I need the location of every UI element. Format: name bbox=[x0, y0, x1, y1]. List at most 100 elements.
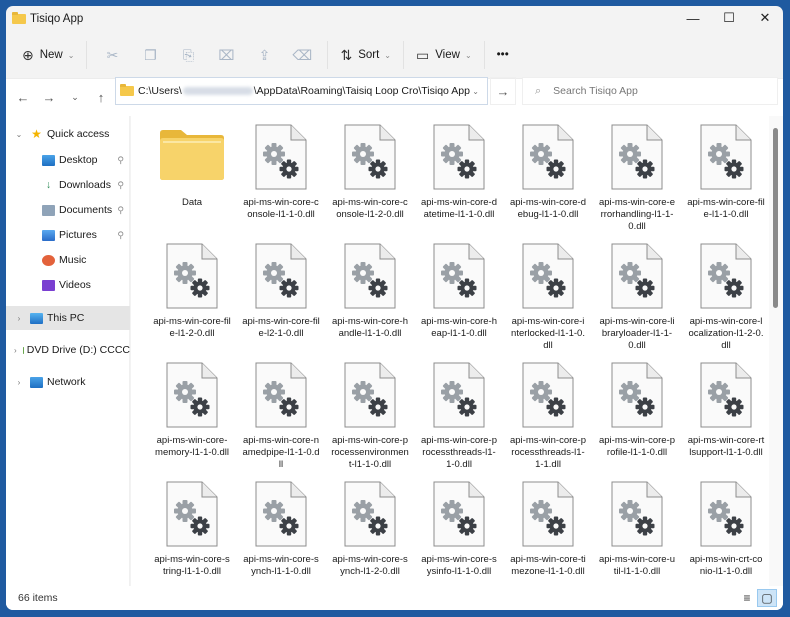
item-count: 66 items bbox=[18, 592, 58, 604]
dll-file-icon bbox=[700, 243, 752, 309]
dll-file-icon bbox=[522, 243, 574, 309]
file-name: api-ms-win-crt-conio-l1-1-0.dll bbox=[689, 554, 763, 577]
file-item[interactable]: api-ms-win-core-file-l1-2-0.dll bbox=[151, 243, 233, 340]
file-item[interactable]: api-ms-win-core-heap-l1-1-0.dll bbox=[418, 243, 500, 340]
music-icon bbox=[42, 254, 55, 266]
address-bar[interactable]: C:\Users\ \AppData\Roaming\Taisiq Loop C… bbox=[115, 77, 488, 105]
file-item[interactable]: api-ms-win-core-string-l1-1-0.dll bbox=[151, 481, 233, 578]
dll-file-icon bbox=[344, 362, 396, 428]
sidebar-item-quick-access[interactable]: ⌄ ★ Quick access bbox=[6, 122, 130, 146]
file-item[interactable]: api-ms-win-core-handle-l1-1-0.dll bbox=[329, 243, 411, 340]
up-button[interactable]: ↑ bbox=[88, 85, 114, 111]
file-item[interactable]: api-ms-win-core-datetime-l1-1-0.dll bbox=[418, 124, 500, 221]
delete-button[interactable]: ⌫ bbox=[283, 40, 321, 70]
toolbar-divider bbox=[86, 41, 88, 69]
forward-button[interactable]: → bbox=[36, 85, 62, 111]
more-options-button[interactable]: ••• bbox=[491, 40, 515, 70]
back-button[interactable]: ← bbox=[10, 85, 36, 111]
maximize-button[interactable]: ☐ bbox=[711, 6, 747, 30]
dll-file-icon bbox=[344, 243, 396, 309]
minimize-button[interactable]: — bbox=[675, 6, 711, 30]
pin-icon: ⚲ bbox=[117, 204, 124, 215]
tiles-icon: ▢ bbox=[761, 591, 773, 605]
sidebar-item-this-pc[interactable]: › This PC bbox=[6, 306, 130, 330]
file-item[interactable]: api-ms-win-core-synch-l1-1-0.dll bbox=[240, 481, 322, 578]
dll-file-icon bbox=[255, 481, 307, 547]
close-button[interactable]: ✕ bbox=[747, 6, 783, 30]
address-prefix: C:\Users\ bbox=[138, 85, 182, 97]
file-item[interactable]: api-ms-win-core-profile-l1-1-0.dll bbox=[596, 362, 678, 459]
file-item[interactable]: api-ms-win-crt-conio-l1-1-0.dll bbox=[685, 481, 767, 578]
chevron-right-icon[interactable]: › bbox=[14, 346, 17, 355]
sidebar-item-desktop[interactable]: Desktop ⚲ bbox=[6, 148, 130, 172]
plus-circle-icon: ⊕ bbox=[22, 46, 34, 63]
file-item[interactable]: api-ms-win-core-timezone-l1-1-0.dll bbox=[507, 481, 589, 578]
file-item[interactable]: api-ms-win-core-console-l1-1-0.dll bbox=[240, 124, 322, 221]
tiles-view-button[interactable]: ▢ bbox=[757, 589, 777, 607]
chevron-down-icon: ⌄ bbox=[67, 50, 75, 60]
file-item[interactable]: api-ms-win-core-file-l2-1-0.dll bbox=[240, 243, 322, 340]
file-name: api-ms-win-core-namedpipe-l1-1-0.dll bbox=[242, 435, 320, 470]
go-button[interactable]: → bbox=[490, 77, 516, 105]
chevron-right-icon[interactable]: › bbox=[14, 378, 24, 387]
dll-file-icon bbox=[611, 481, 663, 547]
network-icon bbox=[30, 376, 43, 388]
sidebar-item-network[interactable]: › Network bbox=[6, 370, 130, 394]
file-item[interactable]: api-ms-win-core-debug-l1-1-0.dll bbox=[507, 124, 589, 221]
file-item[interactable]: api-ms-win-core-rtlsupport-l1-1-0.dll bbox=[685, 362, 767, 459]
view-button[interactable]: ▭ View ⌄ bbox=[410, 40, 478, 70]
sidebar-item-documents[interactable]: Documents ⚲ bbox=[6, 198, 130, 222]
copy-button[interactable]: ❐ bbox=[131, 40, 169, 70]
file-name: api-ms-win-core-sysinfo-l1-1-0.dll bbox=[421, 554, 497, 577]
scrollbar-thumb[interactable] bbox=[773, 128, 778, 308]
clipboard-icon: ⎘ bbox=[182, 46, 195, 63]
dll-file-icon bbox=[700, 481, 752, 547]
file-item[interactable]: api-ms-win-core-util-l1-1-0.dll bbox=[596, 481, 678, 578]
sidebar-item-music[interactable]: Music bbox=[6, 248, 130, 272]
sidebar-item-downloads[interactable]: ↓ Downloads ⚲ bbox=[6, 173, 130, 197]
search-placeholder: Search Tisiqo App bbox=[553, 85, 638, 97]
paste-button[interactable]: ⎘ bbox=[169, 40, 207, 70]
file-item[interactable]: api-ms-win-core-processthreads-l1-1-1.dl… bbox=[507, 362, 589, 471]
vertical-scrollbar[interactable] bbox=[769, 116, 783, 586]
file-item[interactable]: api-ms-win-core-processthreads-l1-1-0.dl… bbox=[418, 362, 500, 471]
sidebar-item-dvd-drive-d-cccc[interactable]: › DVD Drive (D:) CCCC bbox=[6, 338, 130, 362]
details-view-button[interactable]: ≡ bbox=[737, 589, 757, 607]
sidebar-item-pictures[interactable]: Pictures ⚲ bbox=[6, 223, 130, 247]
search-icon: ⌕ bbox=[535, 84, 542, 97]
folder-item[interactable]: Data bbox=[151, 124, 233, 209]
file-item[interactable]: api-ms-win-core-namedpipe-l1-1-0.dll bbox=[240, 362, 322, 471]
rename-button[interactable]: ⌧ bbox=[207, 40, 245, 70]
file-item[interactable]: api-ms-win-core-sysinfo-l1-1-0.dll bbox=[418, 481, 500, 578]
share-button[interactable]: ⇪ bbox=[245, 40, 283, 70]
dll-file-icon bbox=[522, 362, 574, 428]
file-item[interactable]: api-ms-win-core-synch-l1-2-0.dll bbox=[329, 481, 411, 578]
file-item[interactable]: api-ms-win-core-console-l1-2-0.dll bbox=[329, 124, 411, 221]
dll-file-icon bbox=[611, 243, 663, 309]
file-item[interactable]: api-ms-win-core-interlocked-l1-1-0.dll bbox=[507, 243, 589, 352]
sort-button[interactable]: ⇅ Sort ⌄ bbox=[334, 40, 397, 70]
chevron-down-icon: ⌄ bbox=[384, 50, 391, 60]
dll-file-icon bbox=[522, 124, 574, 190]
cut-button[interactable]: ✂ bbox=[93, 40, 131, 70]
file-name: api-ms-win-core-memory-l1-1-0.dll bbox=[155, 435, 229, 458]
sidebar-item-videos[interactable]: Videos bbox=[6, 273, 130, 297]
new-button[interactable]: ⊕ New ⌄ bbox=[16, 40, 80, 70]
file-item[interactable]: api-ms-win-core-file-l1-1-0.dll bbox=[685, 124, 767, 221]
command-bar: ⊕ New ⌄ ✂ ❐ ⎘ ⌧ ⇪ ⌫ ⇅ Sort ⌄ ▭ View ⌄ ••… bbox=[6, 32, 783, 78]
chevron-down-icon[interactable]: ⌄ bbox=[472, 87, 479, 96]
recent-locations-button[interactable]: ⌄ bbox=[62, 85, 88, 111]
search-input[interactable]: ⌕ Search Tisiqo App bbox=[522, 77, 778, 105]
pin-icon: ⚲ bbox=[117, 154, 124, 165]
file-item[interactable]: api-ms-win-core-memory-l1-1-0.dll bbox=[151, 362, 233, 459]
file-name: api-ms-win-core-errorhandling-l1-1-0.dll bbox=[598, 197, 675, 232]
file-name: api-ms-win-core-file-l1-1-0.dll bbox=[687, 197, 765, 220]
file-item[interactable]: api-ms-win-core-libraryloader-l1-1-0.dll bbox=[596, 243, 678, 352]
sidebar-item-label: Pictures bbox=[59, 229, 97, 241]
address-suffix: \AppData\Roaming\Taisiq Loop Cro\Tisiqo … bbox=[253, 85, 470, 97]
file-item[interactable]: api-ms-win-core-localization-l1-2-0.dll bbox=[685, 243, 767, 352]
file-item[interactable]: api-ms-win-core-errorhandling-l1-1-0.dll bbox=[596, 124, 678, 233]
chevron-down-icon[interactable]: ⌄ bbox=[14, 130, 24, 139]
chevron-right-icon[interactable]: › bbox=[14, 314, 24, 323]
file-item[interactable]: api-ms-win-core-processenvironment-l1-1-… bbox=[329, 362, 411, 471]
